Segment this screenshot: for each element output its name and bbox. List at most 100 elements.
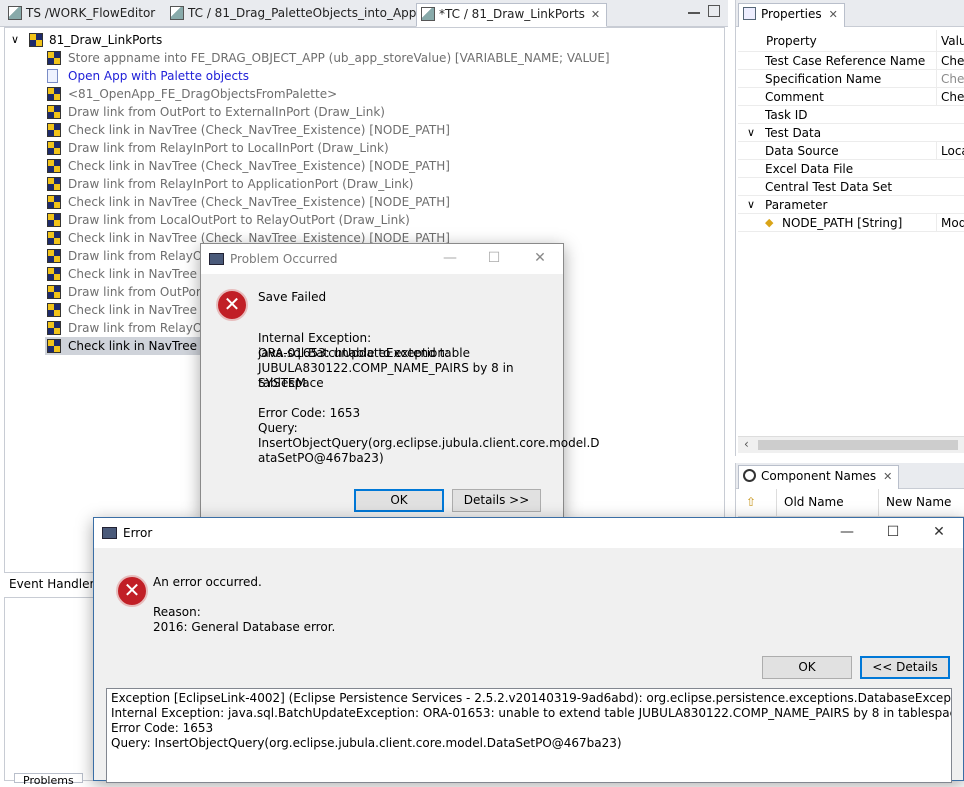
- minimize-icon[interactable]: —: [838, 524, 856, 540]
- tree-row[interactable]: Store appname into FE_DRAG_OBJECT_APP (u…: [45, 49, 610, 67]
- close-icon[interactable]: ✕: [930, 524, 948, 540]
- close-icon[interactable]: ✕: [591, 8, 600, 21]
- error-details-text[interactable]: Exception [EclipseLink-4002] (Eclipse Pe…: [106, 688, 952, 783]
- property-name: Task ID: [765, 108, 808, 122]
- tree-row[interactable]: Draw link from LocalOutPort to RelayOutP…: [45, 211, 605, 229]
- properties-icon: [743, 7, 756, 20]
- tab-tc-draw-linkports[interactable]: *TC / 81_Draw_LinkPorts ✕: [416, 3, 608, 27]
- tree-row-label: Draw link from RelayOutP: [68, 321, 222, 335]
- tree-row-label: Draw link from OutPort to ExternalInPort…: [68, 105, 385, 119]
- chevron-down-icon[interactable]: ∨: [747, 196, 755, 214]
- property-name: Specification Name: [765, 72, 882, 86]
- property-row[interactable]: Data Source Loca: [738, 142, 964, 160]
- property-value[interactable]: Chec: [936, 88, 964, 106]
- close-icon[interactable]: ✕: [829, 8, 838, 21]
- problem-message-line: Error Code: 1653: [258, 406, 361, 420]
- testcase-icon: [47, 177, 61, 191]
- property-value[interactable]: Loca: [936, 142, 964, 160]
- chevron-down-icon[interactable]: ∨: [747, 124, 755, 142]
- dialog-titlebar[interactable]: Problem Occurred — ☐ ✕: [201, 244, 563, 274]
- tab-problems[interactable]: Problems: [14, 773, 83, 787]
- tab-tc-drag-palette[interactable]: TC / 81_Drag_PaletteObjects_into_App: [166, 3, 422, 27]
- details-button[interactable]: Details >>: [452, 489, 541, 512]
- minimize-icon[interactable]: —: [441, 250, 459, 266]
- tree-root[interactable]: ∨ 81_Draw_LinkPorts: [11, 31, 311, 49]
- problem-message: Internal Exception: java.sql.BatchUpdate…: [258, 331, 600, 466]
- tree-row[interactable]: Draw link from RelayInPort to Applicatio…: [45, 175, 605, 193]
- tree-row[interactable]: Check link in NavTree (Check_NavTree_Exi…: [45, 193, 605, 211]
- detail-line: Exception [EclipseLink-4002] (Eclipse Pe…: [111, 691, 952, 705]
- property-row[interactable]: ∨ Test Data: [738, 124, 964, 142]
- property-row[interactable]: Test Case Reference Name Chec: [738, 52, 964, 70]
- property-value[interactable]: Mod: [936, 214, 964, 232]
- testcase-icon: [47, 321, 61, 335]
- tab-properties[interactable]: Properties ✕: [738, 3, 845, 27]
- chevron-left-icon[interactable]: ‹: [744, 437, 749, 451]
- property-name: Test Case Reference Name: [765, 54, 926, 68]
- tree-row[interactable]: Check link in NavTree (Ch: [45, 337, 221, 355]
- component-names-header: ⇧ Old Name New Name: [738, 489, 964, 517]
- tree-row-label: Check link in NavTree (Ch: [68, 339, 222, 353]
- app-icon: [209, 253, 224, 265]
- tree-row[interactable]: Open App with Palette objects: [45, 67, 605, 85]
- dialog-title: Problem Occurred: [230, 252, 338, 266]
- details-button[interactable]: << Details: [860, 656, 950, 679]
- dialog-titlebar[interactable]: Error — ☐ ✕: [94, 518, 963, 548]
- property-value[interactable]: Chec: [936, 70, 964, 88]
- problem-message-line: Internal Exception: java.sql.BatchUpdate…: [258, 331, 450, 360]
- arrow-up-icon[interactable]: ⇧: [746, 495, 756, 509]
- close-icon[interactable]: ✕: [531, 250, 549, 266]
- maximize-icon[interactable]: [708, 5, 720, 17]
- property-row[interactable]: Excel Data File: [738, 160, 964, 178]
- problem-message-line: Query:: [258, 421, 298, 435]
- editor-tab-strip: TS /WORK_FlowEditor TC / 81_Drag_Palette…: [0, 0, 728, 27]
- component-names-view: Component Names ✕ ⇧ Old Name New Name: [735, 463, 964, 523]
- tab-label: Component Names: [761, 469, 877, 483]
- testcase-icon: [47, 249, 61, 263]
- property-value[interactable]: Chec: [936, 52, 964, 70]
- detail-line: Query: InsertObjectQuery(org.eclipse.jub…: [111, 736, 622, 750]
- property-row[interactable]: Central Test Data Set: [738, 178, 964, 196]
- testcase-icon: [47, 123, 61, 137]
- tree-row[interactable]: Check link in NavTree (Check_NavTree_Exi…: [45, 121, 605, 139]
- ok-button[interactable]: OK: [354, 489, 444, 512]
- testcase-icon: [47, 303, 61, 317]
- tree-row[interactable]: <81_OpenApp_FE_DragObjectsFromPalette>: [45, 85, 605, 103]
- column-divider: [878, 489, 879, 517]
- tab-component-names[interactable]: Component Names ✕: [738, 465, 900, 489]
- property-name: NODE_PATH [String]: [782, 216, 903, 230]
- scrollbar-thumb[interactable]: [758, 440, 958, 450]
- event-handler-label: Event Handler:: [9, 577, 99, 591]
- tab-ts-work-floweditor[interactable]: TS /WORK_FlowEditor: [4, 3, 161, 27]
- close-icon[interactable]: ✕: [883, 470, 892, 483]
- property-row[interactable]: ◆ NODE_PATH [String] Mod: [738, 214, 964, 232]
- problem-message-line: InsertObjectQuery(org.eclipse.jubula.cli…: [258, 436, 600, 450]
- tree-row[interactable]: Draw link from OutPort to ExternalInPort…: [45, 103, 605, 121]
- ok-button[interactable]: OK: [762, 656, 852, 679]
- event-handler-panel[interactable]: [4, 597, 94, 781]
- property-row[interactable]: Specification Name Chec: [738, 70, 964, 88]
- tab-label: TS /WORK_FlowEditor: [26, 6, 156, 20]
- horizontal-scrollbar[interactable]: ‹: [738, 436, 964, 453]
- col-value: Valu: [936, 30, 964, 52]
- maximize-icon[interactable]: ☐: [485, 250, 503, 266]
- test-case-icon: [170, 6, 184, 20]
- problem-message-line: SYSTEM: [258, 376, 306, 390]
- properties-header: Property Valu: [738, 30, 964, 52]
- testcase-icon: [47, 195, 61, 209]
- tree-row[interactable]: Check link in NavTree (Check_NavTree_Exi…: [45, 157, 605, 175]
- property-name: Central Test Data Set: [765, 180, 893, 194]
- property-row[interactable]: Comment Chec: [738, 88, 964, 106]
- property-row[interactable]: ∨ Parameter: [738, 196, 964, 214]
- tree-row[interactable]: Draw link from RelayInPort to LocalInPor…: [45, 139, 605, 157]
- chevron-down-icon[interactable]: ∨: [11, 31, 19, 49]
- maximize-icon[interactable]: ☐: [884, 524, 902, 540]
- reason-text: 2016: General Database error.: [153, 620, 336, 634]
- col-new-name: New Name: [886, 495, 952, 509]
- testcase-icon: [47, 285, 61, 299]
- property-row[interactable]: Task ID: [738, 106, 964, 124]
- error-message: An error occurred.: [153, 575, 262, 589]
- minimize-icon[interactable]: [688, 5, 700, 14]
- tab-label: TC / 81_Drag_PaletteObjects_into_App: [188, 6, 417, 20]
- error-dialog: Error — ☐ ✕ ✕ An error occurred. Reason:…: [93, 517, 964, 783]
